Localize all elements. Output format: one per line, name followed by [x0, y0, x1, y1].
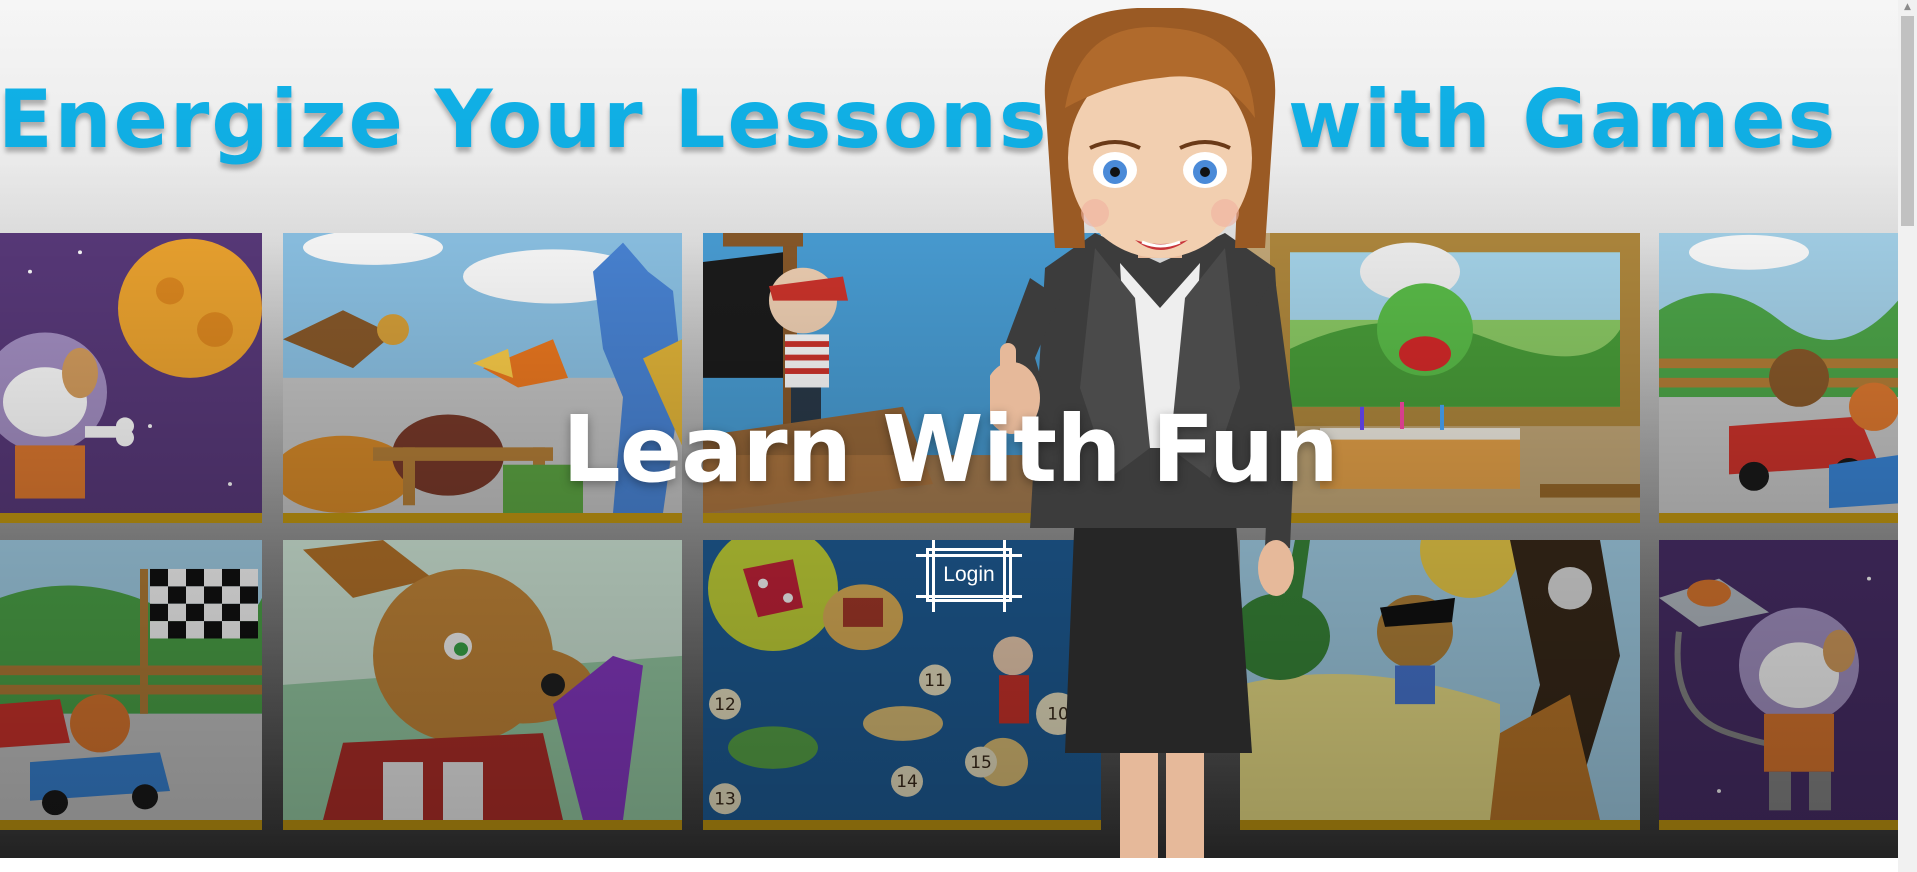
- space-dog-illustration: [0, 233, 262, 513]
- tile-race-flag[interactable]: [0, 540, 262, 830]
- page: Energize Your Lessons with Games 11 12 1…: [0, 0, 1917, 872]
- hero-title: Learn With Fun: [562, 396, 1339, 503]
- tile-race-cars[interactable]: [1659, 233, 1898, 523]
- vertical-scrollbar[interactable]: ▲: [1898, 0, 1917, 872]
- headline-left: Energize Your Lessons: [0, 73, 1049, 166]
- board-number-5: 14: [896, 771, 918, 791]
- space-dog-2-illustration: [1659, 540, 1898, 820]
- board-number-2: 12: [714, 694, 736, 714]
- board-number-1: 11: [924, 670, 946, 690]
- race-flag-illustration: [0, 540, 262, 820]
- frame-line-left: [932, 540, 935, 612]
- tile-space-dog-2[interactable]: [1659, 540, 1898, 830]
- scroll-up-arrow-icon[interactable]: ▲: [1898, 0, 1917, 14]
- page-bottom-strip: [0, 858, 1898, 872]
- frame-line-right: [1003, 540, 1006, 612]
- kangaroo-illustration: [283, 540, 682, 820]
- login-frame: Login: [916, 540, 1022, 612]
- scroll-thumb[interactable]: [1901, 16, 1914, 226]
- board-number-3: 15: [970, 752, 992, 772]
- tile-space-dog[interactable]: [0, 233, 262, 523]
- race-cars-illustration: [1659, 233, 1898, 513]
- headline-right: with Games: [1288, 73, 1838, 166]
- hero-banner: Energize Your Lessons with Games 11 12 1…: [0, 0, 1898, 858]
- tile-kangaroo[interactable]: [283, 540, 682, 830]
- board-number-4: 13: [714, 789, 736, 809]
